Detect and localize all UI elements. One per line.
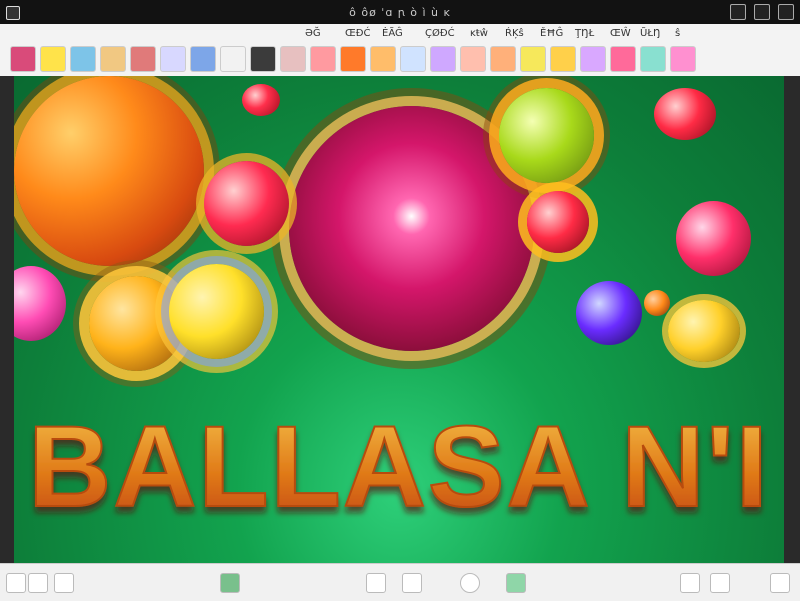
tool-button-5[interactable] <box>130 46 156 72</box>
gem-red-left <box>204 161 289 246</box>
ribbon: ƏĞ ŒĐĆ ĖÃĜ ÇØĐĆ ĸŧŵ ŔĶŝ ĚĦĜ ŢŊŁ ŒŴ ŨŁŊ ŝ <box>0 24 800 77</box>
zoom-in-icon[interactable] <box>710 573 730 593</box>
tool-button-7[interactable] <box>190 46 216 72</box>
tool-button-3[interactable] <box>70 46 96 72</box>
tool-button-1[interactable] <box>10 46 36 72</box>
window-controls <box>730 4 794 20</box>
tool-button-21[interactable] <box>610 46 636 72</box>
ribbon-tools <box>0 46 800 76</box>
tool-button-8[interactable] <box>220 46 246 72</box>
tool-button-10[interactable] <box>280 46 306 72</box>
tab-9[interactable]: ŒŴ <box>610 26 631 42</box>
tool-button-12[interactable] <box>340 46 366 72</box>
zoom-out-icon[interactable] <box>680 573 700 593</box>
tool-button-6[interactable] <box>160 46 186 72</box>
gem-red-mid-right <box>527 191 589 253</box>
tool-button-20[interactable] <box>580 46 606 72</box>
view-icon[interactable] <box>770 573 790 593</box>
left-rail <box>0 76 14 563</box>
gem-pink-left-edge <box>14 266 66 341</box>
gem-red-small-top <box>242 84 280 116</box>
tool-button-22[interactable] <box>640 46 666 72</box>
copy-icon[interactable] <box>366 573 386 593</box>
tab-7[interactable]: ĚĦĜ <box>540 26 563 42</box>
search-icon[interactable] <box>54 573 74 593</box>
tab-11[interactable]: ŝ <box>675 26 680 42</box>
tab-3[interactable]: ĖÃĜ <box>382 26 403 42</box>
tool-button-11[interactable] <box>310 46 336 72</box>
gem-blue <box>576 281 642 345</box>
title-bar: ô ôø ˈɑ ꞃ ò ì ù ĸ <box>0 0 800 24</box>
gem-yellow-left <box>169 264 264 359</box>
gem-orange-small-right <box>644 290 670 316</box>
gem-yellow-right <box>668 300 740 362</box>
window-title: ô ôø ˈɑ ꞃ ò ì ù ĸ <box>349 6 451 19</box>
shield-icon[interactable] <box>402 573 422 593</box>
gem-magenta-center <box>289 106 534 351</box>
tool-button-2[interactable] <box>40 46 66 72</box>
right-rail <box>784 76 800 563</box>
tool-button-9[interactable] <box>250 46 276 72</box>
tool-button-15[interactable] <box>430 46 456 72</box>
grid-icon[interactable] <box>6 573 26 593</box>
minimize-button[interactable] <box>730 4 746 20</box>
tool-button-14[interactable] <box>400 46 426 72</box>
tool-button-16[interactable] <box>460 46 486 72</box>
tool-button-13[interactable] <box>370 46 396 72</box>
tool-button-19[interactable] <box>550 46 576 72</box>
tab-2[interactable]: ŒĐĆ <box>345 26 370 42</box>
tool-button-23[interactable] <box>670 46 696 72</box>
tab-4[interactable]: ÇØĐĆ <box>425 26 455 42</box>
tab-5[interactable]: ĸŧŵ <box>470 26 488 42</box>
tool-button-17[interactable] <box>490 46 516 72</box>
gem-green-top-right <box>499 88 594 183</box>
canvas-headline: BALLASA N'I <box>27 402 769 526</box>
tab-10[interactable]: ŨŁŊ <box>640 26 660 42</box>
tab-8[interactable]: ŢŊŁ <box>575 26 594 42</box>
gem-orange-large <box>14 76 204 266</box>
page-icon[interactable] <box>28 573 48 593</box>
maximize-button[interactable] <box>754 4 770 20</box>
tool-button-4[interactable] <box>100 46 126 72</box>
close-button[interactable] <box>778 4 794 20</box>
tab-1[interactable]: ƏĞ <box>305 26 321 42</box>
status-bar <box>0 563 800 601</box>
tool-button-18[interactable] <box>520 46 546 72</box>
document-canvas[interactable]: BALLASA N'I <box>14 76 784 563</box>
status-toggle-icon[interactable] <box>506 573 526 593</box>
gem-red-top-far-right <box>654 88 716 140</box>
ribbon-tabs: ƏĞ ŒĐĆ ĖÃĜ ÇØĐĆ ĸŧŵ ŔĶŝ ĚĦĜ ŢŊŁ ŒŴ ŨŁŊ ŝ <box>0 26 800 44</box>
record-icon[interactable] <box>460 573 480 593</box>
headline-text: BALLASA N'I <box>28 403 769 526</box>
tab-6[interactable]: ŔĶŝ <box>505 26 524 42</box>
gem-red-right <box>676 201 751 276</box>
layer-icon[interactable] <box>220 573 240 593</box>
